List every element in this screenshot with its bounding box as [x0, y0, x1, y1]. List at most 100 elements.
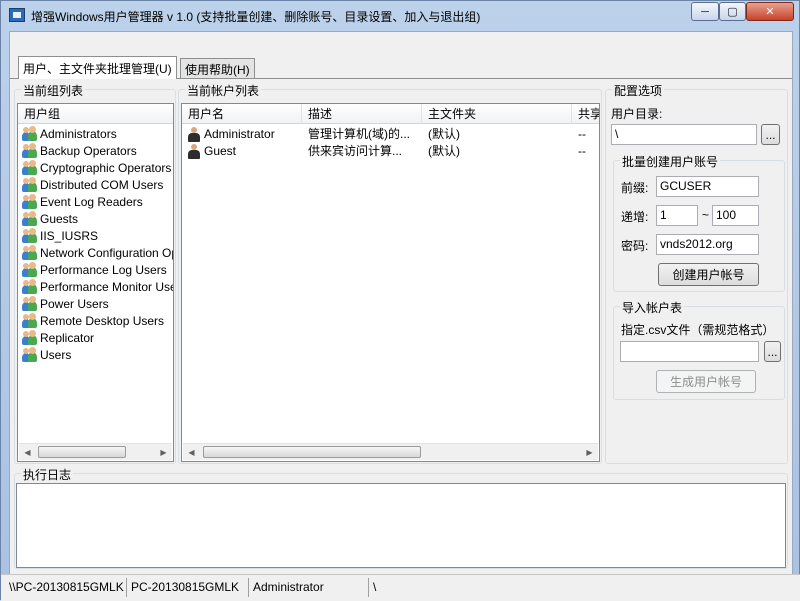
status-computer-name: PC-20130815GMLK: [129, 578, 249, 597]
list-item[interactable]: Backup Operators: [18, 143, 173, 160]
prefix-input[interactable]: GCUSER: [656, 176, 759, 197]
increment-label: 递增:: [621, 210, 649, 224]
config-title: 配置选项: [612, 82, 665, 99]
user-group-icon: [22, 330, 38, 345]
list-item[interactable]: Cryptographic Operators: [18, 160, 173, 177]
user-group-icon: [22, 296, 38, 311]
create-account-button[interactable]: 创建用户帐号: [658, 263, 759, 286]
app-window: 增强Windows用户管理器 v 1.0 (支持批量创建、删除账号、目录设置、加…: [0, 0, 800, 601]
list-item[interactable]: Replicator: [18, 330, 173, 347]
window-title: 增强Windows用户管理器 v 1.0 (支持批量创建、删除账号、目录设置、加…: [31, 10, 481, 24]
user-dir-input[interactable]: \: [611, 124, 757, 145]
table-row[interactable]: Guest 供来宾访问计算... (默认) --: [182, 143, 599, 160]
groups-title: 当前组列表: [21, 82, 86, 99]
status-bar: \\PC-20130815GMLK PC-20130815GMLK Admini…: [1, 574, 800, 601]
group-name: Cryptographic Operators: [40, 161, 172, 175]
user-group-icon: [22, 143, 38, 158]
scroll-thumb[interactable]: [203, 446, 421, 458]
group-name: Performance Log Users: [40, 263, 167, 277]
column-header-group[interactable]: 用户组: [18, 104, 173, 124]
log-groupbox: 执行日志: [14, 466, 788, 569]
user-icon: [188, 127, 200, 142]
column-header-share[interactable]: 共享: [572, 104, 599, 124]
list-item[interactable]: IIS_IUSRS: [18, 228, 173, 245]
cell-home-folder: (默认): [428, 144, 460, 158]
tab-help[interactable]: 使用帮助(H): [180, 58, 255, 79]
scroll-right-icon[interactable]: ▶: [155, 444, 172, 461]
increment-from-input[interactable]: 1: [656, 205, 698, 226]
tab-label: 使用帮助(H): [185, 62, 250, 77]
scroll-thumb[interactable]: [38, 446, 126, 458]
cell-share: --: [578, 127, 586, 141]
list-item[interactable]: Administrators: [18, 126, 173, 143]
log-output[interactable]: [16, 483, 786, 568]
increment-to-input[interactable]: 100: [712, 205, 759, 226]
list-item[interactable]: Guests: [18, 211, 173, 228]
status-user-dir: \: [373, 580, 377, 594]
group-name: Replicator: [40, 331, 95, 345]
column-header-username[interactable]: 用户名: [182, 104, 302, 124]
user-group-icon: [22, 126, 38, 141]
status-current-user: Administrator: [251, 578, 369, 597]
maximize-button[interactable]: ▢: [719, 2, 746, 21]
group-name: Backup Operators: [40, 144, 137, 158]
generate-accounts-button[interactable]: 生成用户帐号: [656, 370, 756, 393]
cell-username: Administrator: [204, 127, 275, 141]
accounts-list-header: 用户名 描述 主文件夹 共享: [182, 104, 599, 124]
user-group-icon: [22, 313, 38, 328]
prefix-label: 前缀:: [621, 181, 649, 195]
csv-label: 指定.csv文件（需规范格式）: [621, 323, 775, 337]
list-item[interactable]: Performance Monitor Users: [18, 279, 173, 296]
accounts-groupbox: 当前帐户列表 用户名 描述 主文件夹 共享 Administrator 管理计算机…: [178, 82, 602, 464]
scroll-right-icon[interactable]: ▶: [581, 444, 598, 461]
list-item[interactable]: Power Users: [18, 296, 173, 313]
user-group-icon: [22, 245, 38, 260]
list-item[interactable]: Remote Desktop Users: [18, 313, 173, 330]
user-group-icon: [22, 177, 38, 192]
increment-tilde: ~: [702, 208, 710, 222]
csv-browse-button[interactable]: ...: [764, 341, 781, 362]
column-header-home-folder[interactable]: 主文件夹: [422, 104, 572, 124]
list-item[interactable]: Distributed COM Users: [18, 177, 173, 194]
group-name: Administrators: [40, 127, 117, 141]
groups-list-header: 用户组: [18, 104, 173, 124]
accounts-list[interactable]: 用户名 描述 主文件夹 共享 Administrator 管理计算机(域)的...…: [181, 103, 600, 462]
batch-create-title: 批量创建用户账号: [620, 153, 721, 170]
csv-path-input[interactable]: [620, 341, 759, 362]
scroll-left-icon[interactable]: ◀: [19, 444, 36, 461]
client-area: 用户、主文件夹批理管理(U) 使用帮助(H) 当前组列表 用户组 Adminis…: [9, 31, 793, 576]
import-title: 导入帐户表: [620, 299, 685, 316]
close-button[interactable]: ✕: [746, 2, 794, 21]
user-icon: [188, 144, 200, 159]
cell-description: 供来宾访问计算...: [308, 144, 403, 158]
close-icon: ✕: [765, 6, 775, 18]
minimize-button[interactable]: ─: [691, 2, 719, 21]
log-title: 执行日志: [21, 466, 74, 483]
minimize-icon: ─: [701, 5, 709, 18]
batch-create-groupbox: 批量创建用户账号 前缀: GCUSER 递增: 1 ~ 100 密码: vnds…: [613, 153, 785, 292]
title-bar[interactable]: 增强Windows用户管理器 v 1.0 (支持批量创建、删除账号、目录设置、加…: [1, 1, 799, 31]
list-item[interactable]: Performance Log Users: [18, 262, 173, 279]
group-name: Network Configuration Ope: [40, 246, 174, 260]
list-item[interactable]: Users: [18, 347, 173, 364]
list-item[interactable]: Network Configuration Ope: [18, 245, 173, 262]
column-header-description[interactable]: 描述: [302, 104, 422, 124]
app-icon: [9, 8, 25, 22]
user-dir-browse-button[interactable]: ...: [761, 124, 780, 145]
tab-user-management[interactable]: 用户、主文件夹批理管理(U): [18, 56, 177, 79]
scroll-left-icon[interactable]: ◀: [183, 444, 200, 461]
groups-list[interactable]: 用户组 Administrators Backup Operators Crypto…: [17, 103, 174, 462]
list-item[interactable]: Event Log Readers: [18, 194, 173, 211]
user-dir-label: 用户目录:: [611, 107, 663, 121]
password-input[interactable]: vnds2012.org: [656, 234, 759, 255]
group-name: Users: [40, 348, 72, 362]
user-group-icon: [22, 228, 38, 243]
group-name: Power Users: [40, 297, 109, 311]
table-row[interactable]: Administrator 管理计算机(域)的... (默认) --: [182, 126, 599, 143]
password-label: 密码:: [621, 239, 649, 253]
accounts-hscrollbar[interactable]: ◀ ▶: [183, 443, 598, 460]
cell-description: 管理计算机(域)的...: [308, 127, 410, 141]
cell-username: Guest: [204, 144, 237, 158]
groups-hscrollbar[interactable]: ◀ ▶: [19, 443, 172, 460]
user-group-icon: [22, 262, 38, 277]
